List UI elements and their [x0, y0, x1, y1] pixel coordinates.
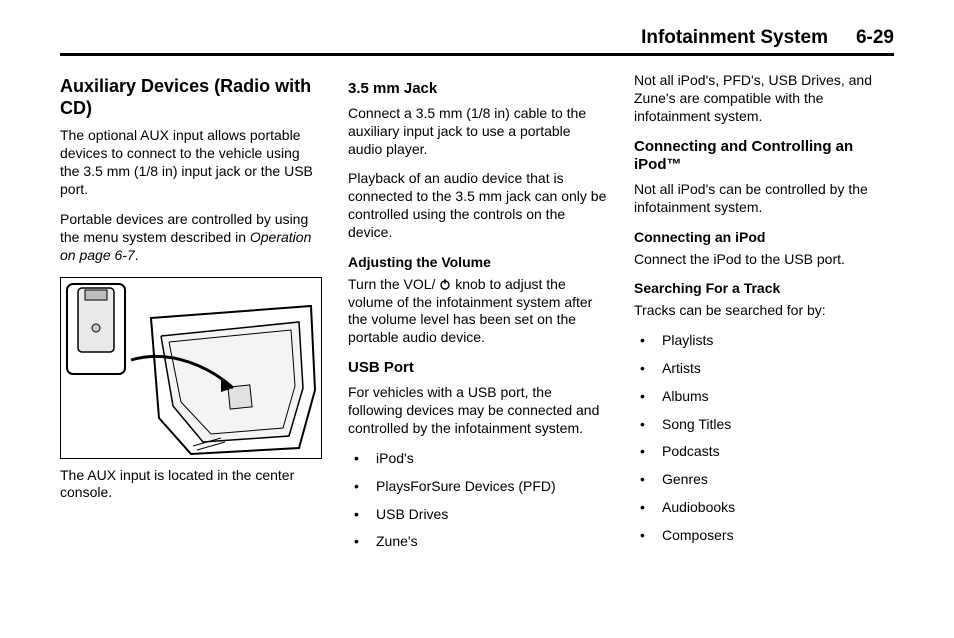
list-item: Artists [634, 360, 894, 378]
column-2: 3.5 mm Jack Connect a 3.5 mm (1/8 in) ca… [348, 72, 608, 610]
aux-location-figure [60, 277, 322, 459]
list-item: Zune's [348, 533, 608, 551]
topic-heading: Auxiliary Devices (Radio with CD) [60, 76, 322, 119]
header-rule [60, 53, 894, 56]
column-3: Not all iPod's, PFD's, USB Drives, and Z… [634, 72, 894, 610]
column-1: Auxiliary Devices (Radio with CD) The op… [60, 72, 322, 610]
body-text: Playback of an audio device that is conn… [348, 170, 608, 242]
section-title: Infotainment System [641, 28, 828, 47]
console-illustration [61, 278, 321, 458]
figure-caption: The AUX input is located in the center c… [60, 467, 322, 503]
subheading: Connecting and Controlling an iPod™ [634, 138, 894, 176]
list-item: Audiobooks [634, 499, 894, 517]
body-text: Tracks can be searched for by: [634, 302, 894, 320]
search-by-list: Playlists Artists Albums Song Titles Podcast… [634, 332, 894, 545]
subheading: Searching For a Track [634, 280, 894, 298]
list-item: Composers [634, 527, 894, 545]
page-number: 6-29 [856, 28, 894, 47]
content-columns: Auxiliary Devices (Radio with CD) The op… [60, 72, 894, 610]
list-item: iPod's [348, 450, 608, 468]
running-head: Infotainment System 6-29 [60, 28, 894, 51]
list-item: Albums [634, 388, 894, 406]
subheading: 3.5 mm Jack [348, 80, 608, 99]
subheading: USB Port [348, 359, 608, 378]
body-text: Portable devices are controlled by using… [60, 211, 322, 265]
body-text: The optional AUX input allows portable d… [60, 127, 322, 199]
list-item: Podcasts [634, 443, 894, 461]
body-text: Turn the VOL/ knob to adjust the volume … [348, 276, 608, 348]
body-text: Not all iPod's, PFD's, USB Drives, and Z… [634, 72, 894, 126]
list-item: USB Drives [348, 506, 608, 524]
body-text: Not all iPod's can be controlled by the … [634, 181, 894, 217]
list-item: Playlists [634, 332, 894, 350]
subheading: Adjusting the Volume [348, 254, 608, 272]
power-icon [439, 277, 451, 289]
usb-device-list: iPod's PlaysForSure Devices (PFD) USB Driv… [348, 450, 608, 552]
list-item: PlaysForSure Devices (PFD) [348, 478, 608, 496]
body-text: Connect a 3.5 mm (1/8 in) cable to the a… [348, 105, 608, 159]
body-text: For vehicles with a USB port, the follow… [348, 384, 608, 438]
list-item: Song Titles [634, 416, 894, 434]
body-text: Connect the iPod to the USB port. [634, 251, 894, 269]
manual-page: Infotainment System 6-29 Auxiliary Devic… [0, 0, 954, 638]
subheading: Connecting an iPod [634, 229, 894, 247]
list-item: Genres [634, 471, 894, 489]
